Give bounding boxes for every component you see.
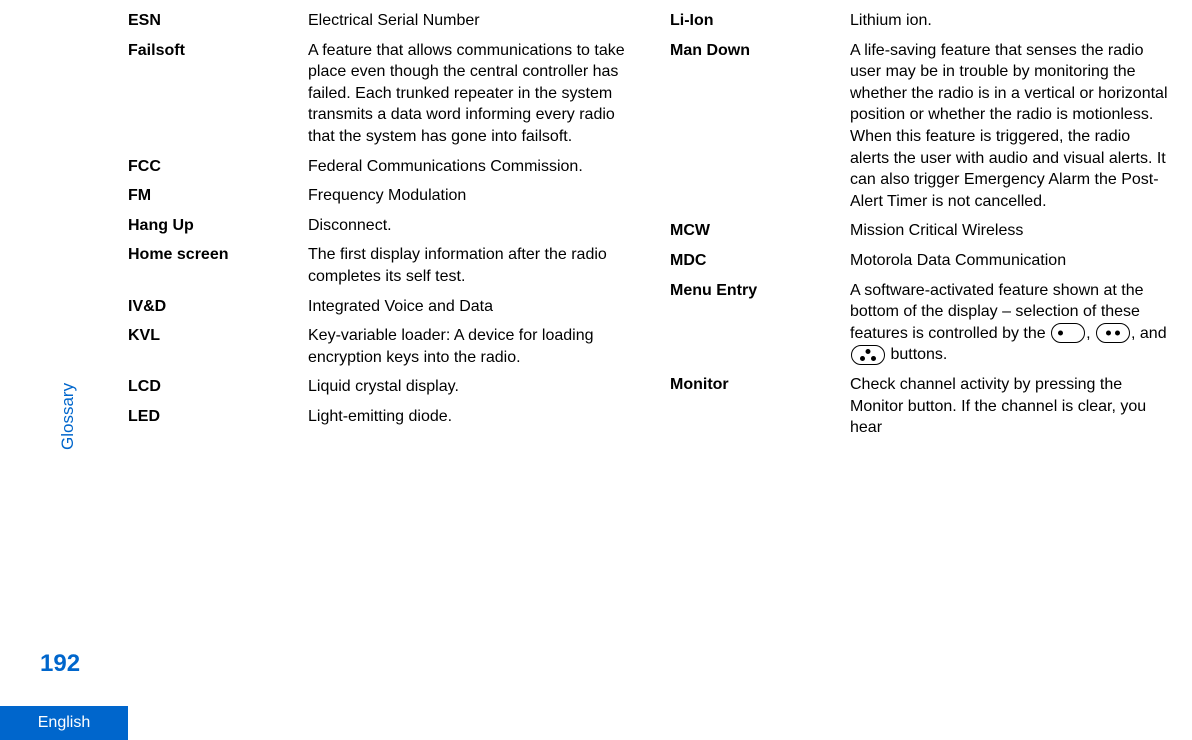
def-text: buttons. [886,346,947,363]
glossary-definition: A life-saving feature that senses the ra… [850,40,1172,213]
glossary-term: Monitor [670,374,850,439]
left-column: ESN Electrical Serial Number Failsoft A … [128,10,630,740]
glossary-definition: Key-variable loader: A device for loadin… [308,325,630,368]
glossary-definition: Frequency Modulation [308,185,630,207]
glossary-definition: Lithium ion. [850,10,1172,32]
glossary-entry: FM Frequency Modulation [128,185,630,207]
glossary-definition: Liquid crystal display. [308,376,630,398]
glossary-entry: FCC Federal Communications Commission. [128,156,630,178]
glossary-definition: Check channel activity by pressing the M… [850,374,1172,439]
def-text: , [1086,325,1095,342]
glossary-term: Man Down [670,40,850,213]
glossary-entry: Failsoft A feature that allows communica… [128,40,630,148]
one-dot-button-icon [1051,323,1085,343]
glossary-definition: Electrical Serial Number [308,10,630,32]
glossary-definition: Federal Communications Commission. [308,156,630,178]
glossary-entry: KVL Key-variable loader: A device for lo… [128,325,630,368]
content-area: ESN Electrical Serial Number Failsoft A … [128,10,1192,740]
glossary-entry: ESN Electrical Serial Number [128,10,630,32]
glossary-entry: Monitor Check channel activity by pressi… [670,374,1172,439]
glossary-definition: A feature that allows communications to … [308,40,630,148]
glossary-term: ESN [128,10,308,32]
section-label: Glossary [58,383,78,450]
glossary-term: FM [128,185,308,207]
glossary-entry: Home screen The first display informatio… [128,244,630,287]
glossary-term: MCW [670,220,850,242]
glossary-entry: Man Down A life-saving feature that sens… [670,40,1172,213]
glossary-entry: Li-Ion Lithium ion. [670,10,1172,32]
glossary-definition: Disconnect. [308,215,630,237]
def-text: , and [1131,325,1167,342]
glossary-entry: MCW Mission Critical Wireless [670,220,1172,242]
glossary-entry: LED Light-emitting diode. [128,406,630,428]
glossary-term: LED [128,406,308,428]
page-number: 192 [40,650,80,678]
glossary-term: Home screen [128,244,308,287]
right-column: Li-Ion Lithium ion. Man Down A life-savi… [670,10,1172,740]
glossary-definition: Integrated Voice and Data [308,296,630,318]
glossary-term: Li-Ion [670,10,850,32]
glossary-definition: Mission Critical Wireless [850,220,1172,242]
sidebar: Glossary 192 [0,10,128,740]
glossary-term: MDC [670,250,850,272]
glossary-term: Menu Entry [670,280,850,366]
page: Glossary 192 ESN Electrical Serial Numbe… [0,0,1192,740]
glossary-term: FCC [128,156,308,178]
glossary-entry: MDC Motorola Data Communication [670,250,1172,272]
language-footer: English [0,706,128,740]
glossary-term: LCD [128,376,308,398]
glossary-definition: A software-activated feature shown at th… [850,280,1172,366]
glossary-term: IV&D [128,296,308,318]
glossary-entry: Hang Up Disconnect. [128,215,630,237]
glossary-entry: Menu Entry A software-activated feature … [670,280,1172,366]
glossary-definition: The first display information after the … [308,244,630,287]
glossary-definition: Motorola Data Communication [850,250,1172,272]
glossary-entry: LCD Liquid crystal display. [128,376,630,398]
two-dot-button-icon [1096,323,1130,343]
glossary-definition: Light-emitting diode. [308,406,630,428]
glossary-term: KVL [128,325,308,368]
glossary-term: Hang Up [128,215,308,237]
glossary-term: Failsoft [128,40,308,148]
glossary-entry: IV&D Integrated Voice and Data [128,296,630,318]
three-dot-button-icon [851,345,885,365]
language-label: English [38,714,90,731]
